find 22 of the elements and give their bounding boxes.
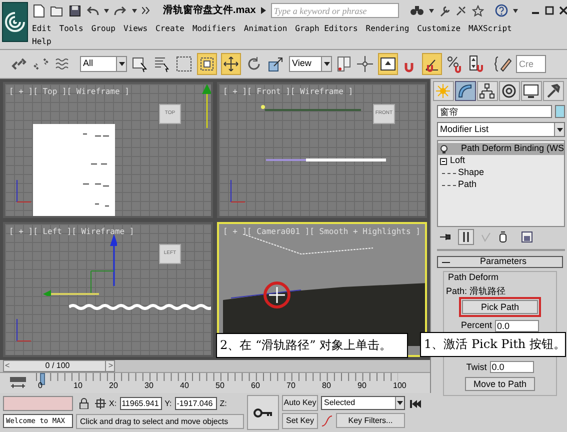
frame-counter: 0 / 100 [45,360,70,372]
coordinate-label: Y: [164,398,172,410]
ruler-label: 0 [38,381,42,391]
ruler-label: 90 [358,381,366,391]
coordinate-label: X: [109,398,117,410]
instruction-tooltip: 2、在 “滑轨路径” 对象上单击。 [216,333,408,358]
ruler-label: 10 [74,381,82,391]
ruler-label: 100 [393,381,406,391]
ruler-label: 60 [251,381,260,391]
group-label: Path Deform [446,271,500,284]
window-title: 滑轨窗帘盘文件.max [163,4,256,18]
field-label: Twist [466,360,487,374]
coordinate-label: Z: [220,398,227,410]
path-label: Path: 滑轨路径 [444,284,506,298]
ruler-label: 50 [216,381,224,391]
ruler-label: 80 [322,381,331,391]
ruler-label: 20 [109,381,118,391]
ruler-label: 70 [286,381,296,391]
field-label: Percent [460,319,492,332]
instruction-tooltip: 1、激活 Pick Pith 按钮。 [420,332,566,357]
ruler-label: 40 [180,381,189,391]
ruler-label: 30 [144,381,154,391]
